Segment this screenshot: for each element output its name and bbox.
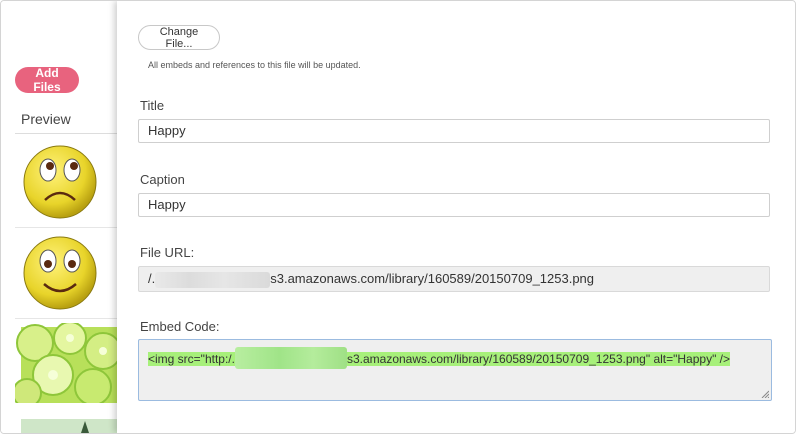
embed-code-textarea[interactable]: <img src="http:/. s3.amazonaws.com/librar… xyxy=(138,339,772,401)
redacted-region xyxy=(234,347,347,369)
embed-code-label: Embed Code: xyxy=(140,319,220,334)
file-url-prefix: /. xyxy=(148,271,156,286)
file-url-label: File URL: xyxy=(140,245,195,260)
title-label: Title xyxy=(140,98,165,113)
edit-file-panel: Change File... All embeds and references… xyxy=(117,1,795,433)
file-url-suffix: s3.amazonaws.com/library/160589/20150709… xyxy=(270,271,595,286)
change-file-note: All embeds and references to this file w… xyxy=(148,60,361,70)
title-input[interactable]: Happy xyxy=(138,119,770,143)
partial-thumbnail[interactable] xyxy=(15,415,119,433)
caption-label: Caption xyxy=(140,172,185,187)
sad-smiley-thumbnail[interactable] xyxy=(15,139,119,228)
file-url-field[interactable]: /. s3.amazonaws.com/library/160589/201507… xyxy=(138,266,770,292)
file-library-panel: Add Files Preview xyxy=(1,1,119,433)
embed-code-prefix: <img src="http:/. xyxy=(148,352,235,366)
caption-input[interactable]: Happy xyxy=(138,193,770,217)
divider xyxy=(15,133,119,134)
preview-column-header: Preview xyxy=(21,111,71,127)
resize-grip-icon[interactable] xyxy=(761,390,769,398)
embed-code-suffix: s3.amazonaws.com/library/160589/20150709… xyxy=(346,352,731,366)
lime-slices-thumbnail[interactable] xyxy=(15,323,119,403)
change-file-button[interactable]: Change File... xyxy=(138,25,220,50)
happy-smiley-thumbnail[interactable] xyxy=(15,228,119,319)
redacted-region xyxy=(155,271,271,288)
add-files-button[interactable]: Add Files xyxy=(15,66,79,94)
app-window: Add Files Preview Change File... All emb… xyxy=(0,0,796,434)
